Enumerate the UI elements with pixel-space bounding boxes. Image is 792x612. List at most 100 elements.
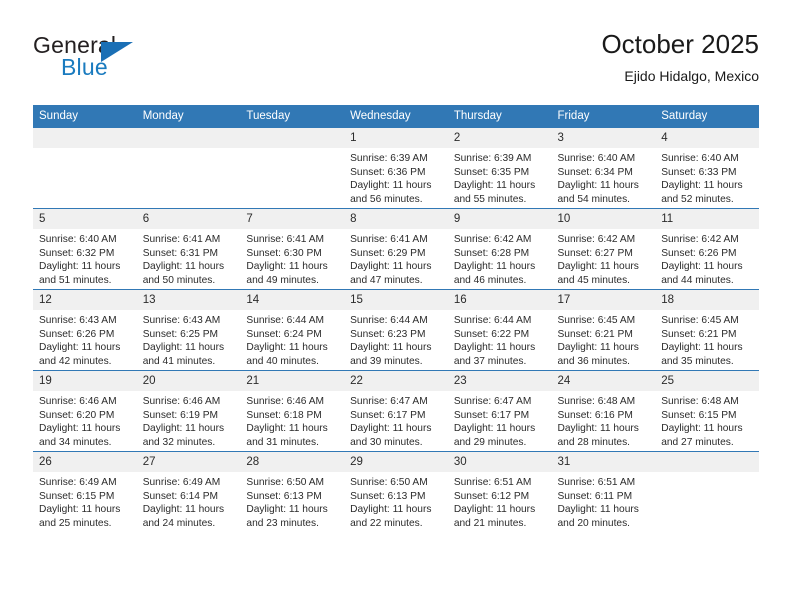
calendar-week-row: 5 Sunrise: 6:40 AM Sunset: 6:32 PM Daylight… [33,208,759,290]
calendar-page: General Blue October 2025 Ejido Hidalgo,… [0,0,792,612]
calendar-cell[interactable]: 7 Sunrise: 6:41 AM Sunset: 6:30 PM Daylight… [240,208,345,290]
weekday-header-thursday: Thursday [447,105,552,128]
calendar-cell[interactable]: 19 Sunrise: 6:46 AM Sunset: 6:20 PM Dayligh… [33,370,137,452]
daylight-text-line1: Daylight: 11 hours [453,180,536,192]
sunset-text: Sunset: 6:25 PM [142,328,219,340]
sunrise-text: Sunrise: 6:44 AM [453,315,532,326]
calendar-cell[interactable]: 27 Sunrise: 6:49 AM Sunset: 6:14 PM Dayligh… [136,451,241,532]
calendar-cell[interactable]: 13 Sunrise: 6:43 AM Sunset: 6:25 PM Dayligh… [136,289,241,371]
sunset-text: Sunset: 6:17 PM [350,409,426,421]
daylight-text-line2: and 42 minutes. [39,355,112,367]
sunrise-text: Sunrise: 6:46 AM [246,396,324,407]
day-number: 28 [240,452,345,472]
day-number: 11 [655,209,759,229]
sunrise-text: Sunrise: 6:43 AM [142,315,221,326]
day-number: 23 [447,371,552,391]
sunset-text: Sunset: 6:15 PM [39,490,115,502]
calendar-cell[interactable] [136,127,241,209]
calendar-week-row: 12 Sunrise: 6:43 AM Sunset: 6:26 PM Dayligh… [33,289,759,371]
calendar-cell[interactable]: 6 Sunrise: 6:41 AM Sunset: 6:31 PM Daylight… [136,208,241,290]
calendar-cell[interactable]: 1 Sunrise: 6:39 AM Sunset: 6:36 PM Daylight… [344,127,448,209]
daylight-text-line2: and 50 minutes. [142,274,216,286]
calendar-cell[interactable]: 11 Sunrise: 6:42 AM Sunset: 6:26 PM Dayligh… [655,208,759,290]
sunrise-text: Sunrise: 6:39 AM [453,153,532,164]
day-number: 25 [655,371,759,391]
daylight-text-line1: Daylight: 11 hours [557,342,639,354]
day-number: 9 [447,209,552,229]
day-number: 12 [33,290,137,310]
calendar-cell[interactable]: 17 Sunrise: 6:45 AM Sunset: 6:21 PM Dayligh… [551,289,656,371]
calendar-cell[interactable]: 3 Sunrise: 6:40 AM Sunset: 6:34 PM Daylight… [551,127,656,209]
calendar-cell[interactable]: 14 Sunrise: 6:44 AM Sunset: 6:24 PM Dayligh… [240,289,345,371]
sunset-text: Sunset: 6:31 PM [142,247,219,259]
sunset-text: Sunset: 6:17 PM [453,409,530,421]
daylight-text-line2: and 54 minutes. [557,193,631,205]
sunset-text: Sunset: 6:27 PM [557,247,633,259]
sunset-text: Sunset: 6:35 PM [453,166,530,178]
sunrise-text: Sunrise: 6:45 AM [661,315,739,326]
day-number: 13 [136,290,241,310]
daylight-text-line2: and 39 minutes. [350,355,423,367]
calendar-cell[interactable]: 22 Sunrise: 6:47 AM Sunset: 6:17 PM Dayligh… [344,370,448,452]
daylight-text-line1: Daylight: 11 hours [661,180,743,192]
calendar-cell[interactable]: 9 Sunrise: 6:42 AM Sunset: 6:28 PM Daylight… [447,208,552,290]
daylight-text-line1: Daylight: 11 hours [557,504,639,516]
calendar-cell[interactable]: 25 Sunrise: 6:48 AM Sunset: 6:15 PM Dayligh… [655,370,759,452]
daylight-text-line2: and 31 minutes. [246,436,319,448]
calendar-cell[interactable]: 10 Sunrise: 6:42 AM Sunset: 6:27 PM Dayligh… [551,208,656,290]
calendar-week-row: 26 Sunrise: 6:49 AM Sunset: 6:15 PM Dayligh… [33,451,759,532]
day-number [136,128,241,148]
calendar-cell[interactable]: 5 Sunrise: 6:40 AM Sunset: 6:32 PM Daylight… [33,208,137,290]
calendar-cell[interactable]: 23 Sunrise: 6:47 AM Sunset: 6:17 PM Dayligh… [447,370,552,452]
calendar-cell[interactable]: 28 Sunrise: 6:50 AM Sunset: 6:13 PM Dayligh… [240,451,345,532]
calendar-cell[interactable]: 29 Sunrise: 6:50 AM Sunset: 6:13 PM Dayligh… [344,451,448,532]
calendar-cell[interactable]: 30 Sunrise: 6:51 AM Sunset: 6:12 PM Dayligh… [447,451,552,532]
calendar-cell[interactable] [33,127,137,209]
calendar-cell[interactable]: 2 Sunrise: 6:39 AM Sunset: 6:35 PM Daylight… [447,127,552,209]
daylight-text-line1: Daylight: 11 hours [453,342,536,354]
sunset-text: Sunset: 6:21 PM [661,328,737,340]
day-number: 6 [136,209,241,229]
sunrise-text: Sunrise: 6:41 AM [246,234,324,245]
sunrise-text: Sunrise: 6:44 AM [246,315,324,326]
daylight-text-line1: Daylight: 11 hours [142,504,225,516]
daylight-text-line1: Daylight: 11 hours [142,423,225,435]
sunrise-text: Sunrise: 6:42 AM [661,234,739,245]
day-number: 19 [33,371,137,391]
calendar-cell[interactable]: 24 Sunrise: 6:48 AM Sunset: 6:16 PM Dayligh… [551,370,656,452]
daylight-text-line2: and 22 minutes. [350,517,423,529]
calendar-cell[interactable]: 26 Sunrise: 6:49 AM Sunset: 6:15 PM Dayligh… [33,451,137,532]
calendar-cell[interactable]: 12 Sunrise: 6:43 AM Sunset: 6:26 PM Dayligh… [33,289,137,371]
general-blue-logo[interactable]: General Blue [33,32,233,88]
sunrise-text: Sunrise: 6:50 AM [246,477,324,488]
day-number: 18 [655,290,759,310]
day-number: 21 [240,371,345,391]
calendar-cell[interactable]: 8 Sunrise: 6:41 AM Sunset: 6:29 PM Daylight… [344,208,448,290]
sunrise-text: Sunrise: 6:41 AM [350,234,428,245]
sunrise-text: Sunrise: 6:40 AM [661,153,739,164]
daylight-text-line2: and 34 minutes. [39,436,112,448]
calendar-cell[interactable] [655,451,759,532]
daylight-text-line1: Daylight: 11 hours [350,423,432,435]
calendar-cell[interactable]: 15 Sunrise: 6:44 AM Sunset: 6:23 PM Dayligh… [344,289,448,371]
daylight-text-line1: Daylight: 11 hours [557,180,639,192]
sunrise-text: Sunrise: 6:44 AM [350,315,428,326]
calendar-cell[interactable]: 16 Sunrise: 6:44 AM Sunset: 6:22 PM Dayligh… [447,289,552,371]
sunrise-text: Sunrise: 6:43 AM [39,315,117,326]
calendar-cell[interactable]: 18 Sunrise: 6:45 AM Sunset: 6:21 PM Dayligh… [655,289,759,371]
daylight-text-line2: and 56 minutes. [350,193,423,205]
calendar-cell[interactable]: 20 Sunrise: 6:46 AM Sunset: 6:19 PM Dayligh… [136,370,241,452]
page-subtitle: Ejido Hidalgo, Mexico [624,68,759,84]
sunrise-text: Sunrise: 6:48 AM [557,396,636,407]
calendar-week-row: 1 Sunrise: 6:39 AM Sunset: 6:36 PM Daylight… [33,127,759,209]
sunrise-text: Sunrise: 6:51 AM [557,477,636,488]
calendar-cell[interactable] [240,127,345,209]
sunrise-text: Sunrise: 6:51 AM [453,477,532,488]
sunset-text: Sunset: 6:18 PM [246,409,322,421]
sunset-text: Sunset: 6:30 PM [246,247,322,259]
sunrise-text: Sunrise: 6:47 AM [453,396,532,407]
calendar-cell[interactable]: 31 Sunrise: 6:51 AM Sunset: 6:11 PM Dayligh… [551,451,656,532]
sunrise-text: Sunrise: 6:47 AM [350,396,428,407]
calendar-cell[interactable]: 4 Sunrise: 6:40 AM Sunset: 6:33 PM Daylight… [655,127,759,209]
calendar-cell[interactable]: 21 Sunrise: 6:46 AM Sunset: 6:18 PM Dayligh… [240,370,345,452]
